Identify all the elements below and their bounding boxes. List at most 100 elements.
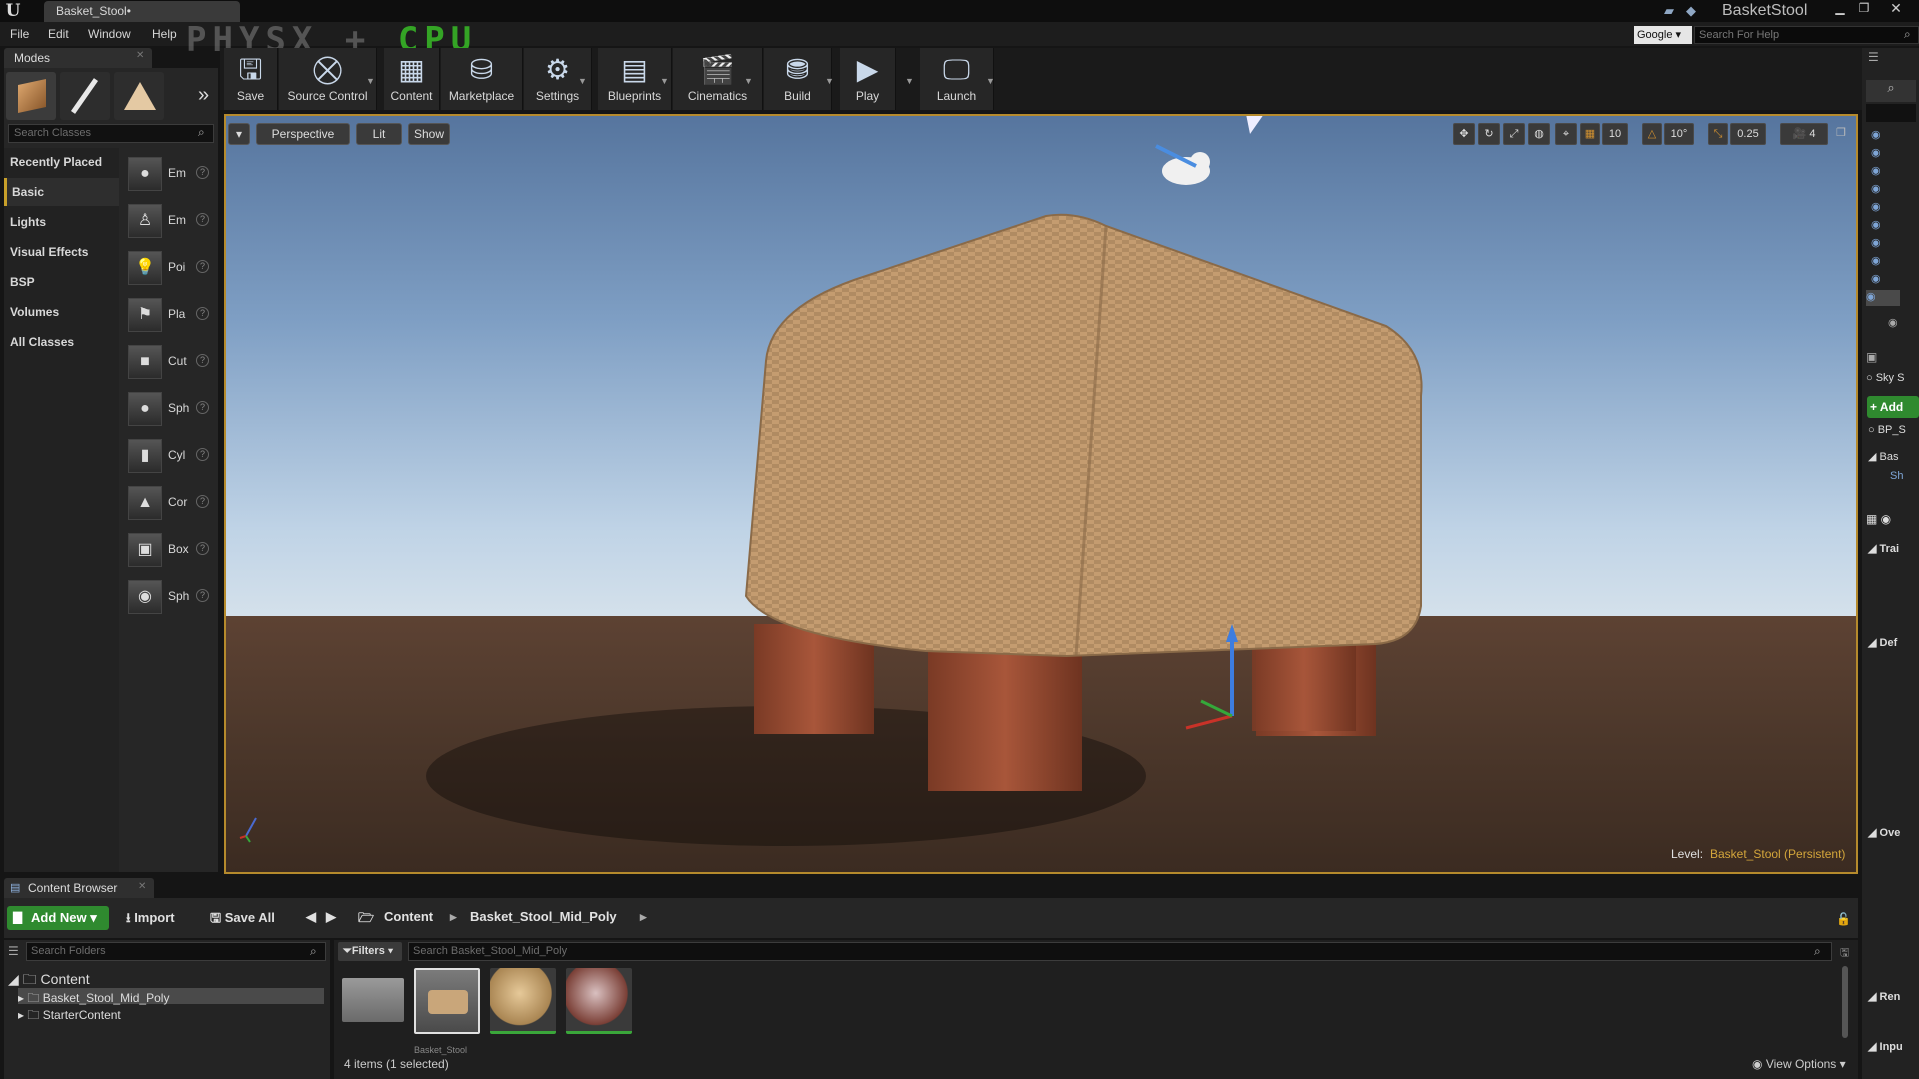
- view-options-eye-icon[interactable]: ◉: [1888, 316, 1898, 329]
- placeable-cone[interactable]: ▲ Cor?: [126, 483, 214, 523]
- source-control-status-icon[interactable]: ◆: [1686, 3, 1696, 19]
- sources-toggle-icon[interactable]: ☰: [8, 944, 19, 958]
- category-visual-effects[interactable]: Visual Effects: [4, 238, 119, 266]
- visibility-eye-icon[interactable]: ◉: [1871, 254, 1881, 267]
- visibility-eye-icon[interactable]: ◉: [1871, 218, 1881, 231]
- rotation-snap-value[interactable]: 10°: [1664, 123, 1694, 145]
- marketplace-button[interactable]: ⛁ Marketplace: [441, 48, 523, 110]
- scale-snap-icon[interactable]: ⤡: [1708, 123, 1728, 145]
- gizmo-x-axis[interactable]: [1185, 714, 1233, 730]
- source-control-dropdown-icon[interactable]: ▼: [366, 76, 375, 86]
- asset-basket-stool-mesh[interactable]: [414, 968, 480, 1034]
- component-root-row[interactable]: ◢ Bas: [1868, 450, 1898, 463]
- visibility-eye-icon[interactable]: ◉: [1871, 272, 1881, 285]
- grid-snap-icon[interactable]: ▦: [1580, 123, 1600, 145]
- help-icon[interactable]: ?: [196, 354, 209, 367]
- category-bsp[interactable]: BSP: [4, 268, 119, 296]
- cinematics-dropdown-icon[interactable]: ▼: [744, 76, 753, 86]
- launch-dropdown-icon[interactable]: ▼: [986, 76, 995, 86]
- settings-dropdown-icon[interactable]: ▼: [578, 76, 587, 86]
- add-new-button[interactable]: Add New ▾: [7, 906, 109, 930]
- placeable-point-light[interactable]: 💡 Poi?: [126, 248, 214, 288]
- category-lights[interactable]: Lights: [4, 208, 119, 236]
- visibility-eye-icon[interactable]: ◉: [1871, 182, 1881, 195]
- breadcrumb-content[interactable]: Content: [384, 909, 433, 924]
- outliner-filter-icon[interactable]: ⌕: [1866, 80, 1916, 102]
- menu-file[interactable]: File: [10, 27, 29, 41]
- help-icon[interactable]: ?: [196, 213, 209, 226]
- search-engine-select[interactable]: Google ▾: [1634, 26, 1692, 44]
- help-icon[interactable]: ?: [196, 166, 209, 179]
- component-child-row[interactable]: Sh: [1890, 470, 1903, 482]
- save-button[interactable]: 🖫 Save: [224, 48, 278, 110]
- category-all-classes[interactable]: All Classes: [4, 328, 119, 356]
- help-icon[interactable]: ?: [196, 401, 209, 414]
- help-icon[interactable]: ?: [196, 260, 209, 273]
- transform-section[interactable]: ◢ Trai: [1868, 542, 1899, 555]
- visibility-eye-icon[interactable]: ◉: [1871, 146, 1881, 159]
- grid-snap-value[interactable]: 10: [1602, 123, 1628, 145]
- folder-asset-icon[interactable]: [342, 978, 404, 1022]
- search-folders-input[interactable]: Search Folders: [26, 942, 326, 961]
- details-tab-icon[interactable]: ▣: [1866, 350, 1877, 364]
- selected-outliner-row[interactable]: ◉: [1866, 290, 1900, 306]
- asset-material-basket[interactable]: [490, 968, 556, 1034]
- asset-material-wood[interactable]: [566, 968, 632, 1034]
- maximize-button[interactable]: ❐: [1854, 0, 1874, 18]
- lit-button[interactable]: Lit: [356, 123, 402, 145]
- visibility-eye-icon[interactable]: ◉: [1871, 200, 1881, 213]
- close-window-button[interactable]: ✕: [1886, 0, 1906, 18]
- tree-item-starter-content[interactable]: ▸ 🗀 StarterContent: [18, 1006, 121, 1027]
- category-basic[interactable]: Basic: [4, 178, 119, 206]
- translate-mode-icon[interactable]: ✥: [1453, 123, 1475, 145]
- level-document-tab[interactable]: Basket_Stool•: [44, 1, 240, 22]
- minimize-button[interactable]: ▁: [1830, 0, 1850, 18]
- rotate-mode-icon[interactable]: ↻: [1478, 123, 1500, 145]
- visibility-eye-icon[interactable]: ◉: [1871, 164, 1881, 177]
- visibility-eye-icon[interactable]: ◉: [1871, 236, 1881, 249]
- place-mode-button[interactable]: [6, 72, 56, 120]
- save-all-button[interactable]: 🖫 Save All: [210, 909, 275, 931]
- camera-speed-button[interactable]: 🎥 4: [1780, 123, 1828, 145]
- filters-button[interactable]: ⏷Filters ▾: [338, 942, 402, 961]
- blueprints-dropdown-icon[interactable]: ▼: [660, 76, 669, 86]
- maximize-viewport-icon[interactable]: ❐: [1836, 126, 1846, 139]
- search-classes-input[interactable]: Search Classes: [8, 124, 214, 143]
- modes-tab[interactable]: Modes: [4, 48, 152, 68]
- world-local-icon[interactable]: ◍: [1528, 123, 1550, 145]
- content-button[interactable]: ▦ Content: [384, 48, 440, 110]
- play-dropdown-icon[interactable]: ▼: [905, 76, 914, 86]
- placeable-sphere[interactable]: ● Sph?: [126, 389, 214, 429]
- build-button[interactable]: ⛃ Build: [764, 48, 832, 110]
- scale-mode-icon[interactable]: ⤢: [1503, 123, 1525, 145]
- history-back-icon[interactable]: ◀: [306, 909, 316, 925]
- menu-window[interactable]: Window: [88, 27, 131, 41]
- help-icon[interactable]: ?: [196, 307, 209, 320]
- category-volumes[interactable]: Volumes: [4, 298, 119, 326]
- directional-light-icon[interactable]: [1246, 116, 1264, 134]
- outliner-search-input[interactable]: [1866, 104, 1916, 122]
- modes-tab-close-icon[interactable]: ✕: [136, 50, 144, 61]
- build-dropdown-icon[interactable]: ▼: [825, 76, 834, 86]
- import-button[interactable]: ⭳ Import: [126, 909, 175, 931]
- scale-snap-value[interactable]: 0.25: [1730, 123, 1766, 145]
- paint-mode-button[interactable]: [60, 72, 110, 120]
- details-grid-icon[interactable]: ▦ ◉: [1866, 512, 1891, 526]
- menu-edit[interactable]: Edit: [48, 27, 69, 41]
- content-browser-tab[interactable]: Content Browser: [4, 878, 154, 898]
- source-control-button[interactable]: ⛒ Source Control: [279, 48, 377, 110]
- chat-icon[interactable]: ▰: [1664, 3, 1674, 19]
- help-icon[interactable]: ?: [196, 448, 209, 461]
- placeable-player-start[interactable]: ⚑ Pla?: [126, 295, 214, 335]
- surface-snap-icon[interactable]: ⌖: [1555, 123, 1577, 145]
- search-assets-input[interactable]: Search Basket_Stool_Mid_Poly: [408, 942, 1832, 961]
- show-button[interactable]: Show: [408, 123, 450, 145]
- category-recently-placed[interactable]: Recently Placed: [4, 148, 119, 176]
- input-section[interactable]: ◢ Inpu: [1868, 1040, 1903, 1053]
- help-search-input[interactable]: Search For Help: [1694, 26, 1919, 44]
- menu-help[interactable]: Help: [152, 27, 177, 41]
- placeable-empty-character[interactable]: ♙ Em?: [126, 201, 214, 241]
- help-icon[interactable]: ?: [196, 495, 209, 508]
- add-component-button[interactable]: + Add: [1867, 396, 1919, 418]
- basket-stool-mesh[interactable]: [226, 116, 1856, 872]
